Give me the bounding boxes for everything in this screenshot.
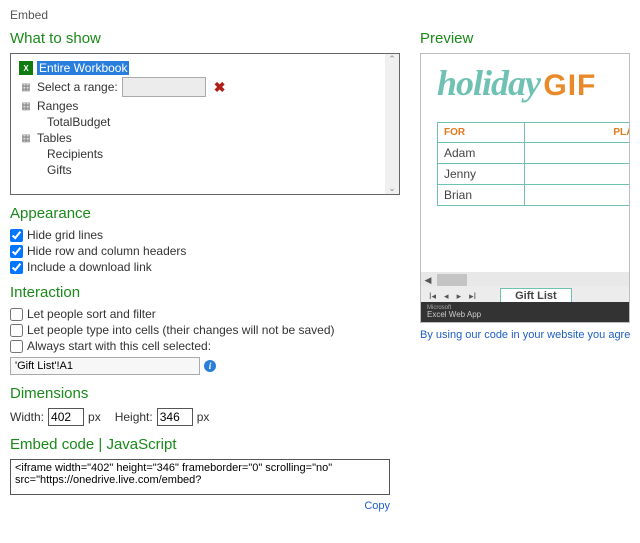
col-planned: PLANNED % OF <box>524 123 630 143</box>
height-label: Height: <box>115 410 153 424</box>
heading-embed: Embed code | JavaScript <box>10 436 400 453</box>
delete-range-icon[interactable]: ✖ <box>214 79 226 96</box>
chk-hide-grid-box[interactable] <box>10 229 23 242</box>
javascript-label[interactable]: JavaScript <box>106 436 176 453</box>
tab-nav-next-icon[interactable]: ▸ <box>453 291 466 302</box>
entire-workbook-row[interactable]: X Entire Workbook <box>19 60 391 76</box>
table-row: Adam30 <box>438 143 631 164</box>
range-icon: ▦ <box>19 80 33 94</box>
height-input[interactable] <box>157 408 193 426</box>
chk-download-link[interactable]: Include a download link <box>10 260 400 274</box>
chk-hide-headers-box[interactable] <box>10 245 23 258</box>
select-range-row[interactable]: ▦ Select a range: ✖ <box>19 76 391 98</box>
start-cell-input[interactable] <box>10 357 200 375</box>
table-row: Jenny30 <box>438 164 631 185</box>
tables-label: Tables <box>37 131 72 145</box>
col-for: FOR <box>438 123 525 143</box>
preview-frame: holiday GIF FOR PLANNED % OF Adam30 Jenn… <box>420 53 630 323</box>
tab-nav-last-icon[interactable]: ▸I <box>465 291 480 302</box>
what-to-show-box: X Entire Workbook ▦ Select a range: ✖ ▦ … <box>10 53 400 195</box>
scroll-thumb[interactable] <box>437 274 467 286</box>
width-input[interactable] <box>48 408 84 426</box>
scrollbar[interactable]: ⌃ ⌄ <box>385 54 399 194</box>
range-item-totalbudget[interactable]: TotalBudget <box>19 114 391 130</box>
chk-type-cells[interactable]: Let people type into cells (their change… <box>10 323 400 337</box>
preview-table: FOR PLANNED % OF Adam30 Jenny30 Brian20 <box>437 122 630 206</box>
embed-code-label[interactable]: Embed code <box>10 436 94 453</box>
terms-text[interactable]: By using our code in your website you ag… <box>420 329 630 341</box>
info-icon[interactable]: i <box>204 360 216 372</box>
chk-hide-headers[interactable]: Hide row and column headers <box>10 244 400 258</box>
logo-holiday: holiday <box>437 63 540 103</box>
height-unit: px <box>197 410 210 424</box>
chk-download-link-box[interactable] <box>10 261 23 274</box>
logo-gift: GIF <box>543 69 596 102</box>
tab-nav-first-icon[interactable]: I◂ <box>425 291 440 302</box>
chk-start-cell-box[interactable] <box>10 340 23 353</box>
ranges-label: Ranges <box>37 99 78 113</box>
embed-code-textarea[interactable] <box>10 459 390 495</box>
heading-appearance: Appearance <box>10 205 400 222</box>
tables-icon: ▦ <box>19 131 33 145</box>
chk-sort-filter-box[interactable] <box>10 308 23 321</box>
ranges-group[interactable]: ▦ Ranges <box>19 98 391 114</box>
scroll-left-icon[interactable]: ◀ <box>421 275 435 286</box>
excel-icon: X <box>19 61 33 75</box>
table-item-recipients[interactable]: Recipients <box>19 146 391 162</box>
tables-group[interactable]: ▦ Tables <box>19 130 391 146</box>
chk-type-cells-box[interactable] <box>10 324 23 337</box>
chk-hide-grid[interactable]: Hide grid lines <box>10 228 400 242</box>
table-row: Brian20 <box>438 185 631 206</box>
chk-sort-filter[interactable]: Let people sort and filter <box>10 307 400 321</box>
heading-what-to-show: What to show <box>10 30 400 47</box>
width-unit: px <box>88 410 101 424</box>
chk-start-cell[interactable]: Always start with this cell selected: <box>10 339 400 353</box>
width-label: Width: <box>10 410 44 424</box>
copy-link[interactable]: Copy <box>364 500 390 512</box>
select-range-label: Select a range: <box>37 80 118 94</box>
select-range-input[interactable] <box>122 77 206 97</box>
brand-bar: Microsoft Excel Web App <box>421 302 629 322</box>
tab-nav-prev-icon[interactable]: ◂ <box>440 291 453 302</box>
ranges-icon: ▦ <box>19 99 33 113</box>
heading-dimensions: Dimensions <box>10 385 400 402</box>
heading-interaction: Interaction <box>10 284 400 301</box>
entire-workbook-label: Entire Workbook <box>37 61 129 75</box>
dialog-title: Embed <box>10 8 630 22</box>
heading-preview: Preview <box>420 30 630 47</box>
table-item-gifts[interactable]: Gifts <box>19 162 391 178</box>
